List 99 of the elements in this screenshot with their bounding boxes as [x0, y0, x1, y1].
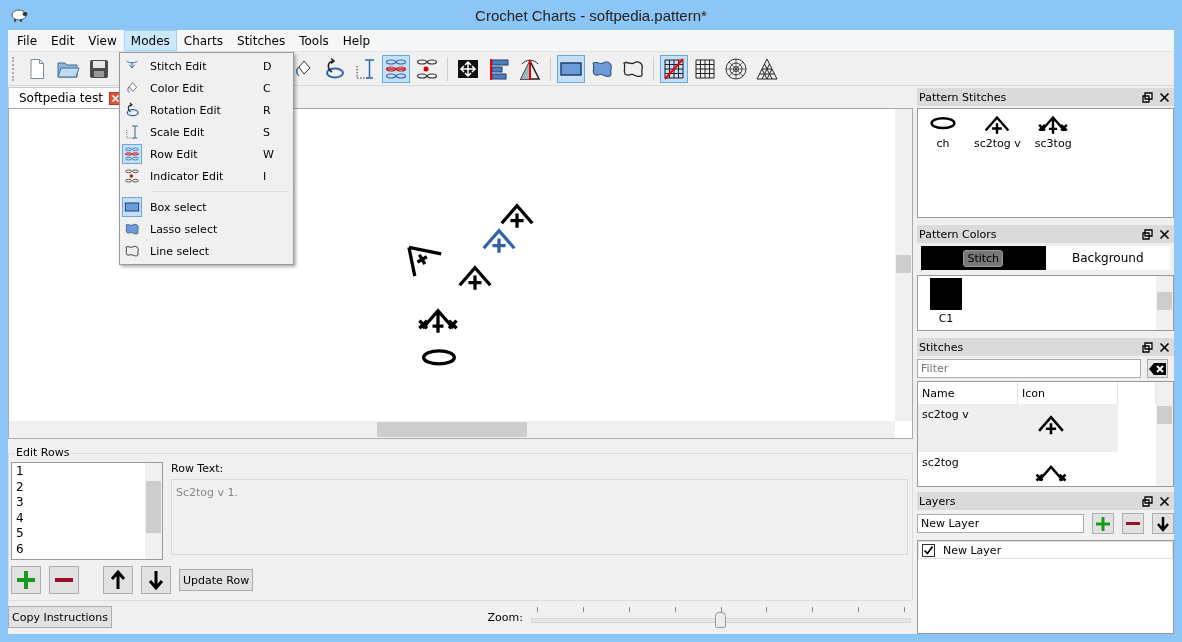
menu-item[interactable]: View: [81, 30, 124, 51]
horizontal-scrollbar[interactable]: [9, 421, 895, 438]
sheep-icon: [10, 8, 28, 22]
menu-entry[interactable]: Line select: [120, 240, 293, 262]
menu-entry[interactable]: Lasso select: [120, 218, 293, 240]
backspace-icon: [1148, 361, 1167, 376]
layer-name-field[interactable]: New Layer: [917, 514, 1085, 533]
grid-icon: [693, 56, 717, 81]
grid-slash-icon: [662, 56, 686, 81]
menu-entry[interactable]: Box select: [120, 196, 293, 218]
stitch-color-button[interactable]: Stitch: [963, 249, 1004, 267]
close-icon[interactable]: [1159, 341, 1170, 353]
layer-name[interactable]: New Layer: [943, 543, 1002, 557]
color-swatch[interactable]: [930, 278, 962, 310]
menu-entry[interactable]: Stitch Edit D: [120, 55, 293, 77]
scale-icon: [353, 56, 377, 81]
vertical-scrollbar[interactable]: [895, 109, 912, 421]
move-down-button[interactable]: [141, 566, 171, 594]
menu-item[interactable]: Charts: [176, 30, 230, 51]
move-layer-down-button[interactable]: [1152, 513, 1174, 534]
background-label[interactable]: Background: [1071, 251, 1144, 265]
group-title: Edit Rows: [14, 446, 72, 459]
menu-item[interactable]: Modes: [123, 30, 177, 51]
float-icon[interactable]: [1142, 228, 1153, 240]
polar-grid-icon: [724, 56, 748, 81]
freeform-line-icon: [124, 243, 140, 259]
rows-icon: [384, 56, 408, 81]
float-icon[interactable]: [1142, 91, 1153, 103]
float-icon[interactable]: [1142, 341, 1153, 353]
rotate-icon: [124, 102, 140, 118]
align-icon: [487, 56, 511, 81]
swatch-label: C1: [938, 312, 954, 325]
stitch-label[interactable]: sc3tog: [1034, 137, 1072, 150]
menu-entry[interactable]: Indicator Edit I: [120, 165, 293, 187]
panel-title: Stitches: [919, 340, 965, 354]
list-scrollbar[interactable]: [145, 463, 162, 559]
plus-icon: [1095, 515, 1112, 532]
row-list-item[interactable]: 5: [16, 526, 145, 542]
row-text-label: Row Text:: [171, 462, 225, 475]
zoom-slider[interactable]: [531, 605, 911, 629]
menu-item[interactable]: File: [10, 30, 45, 51]
close-icon[interactable]: [1159, 495, 1170, 507]
copy-instructions-button[interactable]: Copy Instructions: [8, 606, 112, 628]
filter-field[interactable]: Filter: [917, 359, 1141, 378]
grid-slash-button[interactable]: [660, 54, 688, 83]
lasso-icon: [124, 221, 140, 237]
layer-checkbox[interactable]: [922, 543, 935, 557]
window-title: Crochet Charts - softpedia.pattern*: [475, 6, 707, 24]
stitch-label[interactable]: sc2tog v: [974, 137, 1021, 150]
row-list-item[interactable]: 4: [16, 510, 145, 526]
indicator-icon: [124, 168, 140, 184]
menu-item[interactable]: Help: [335, 30, 378, 51]
stitch-label[interactable]: ch: [936, 137, 950, 150]
indicator-icon: [415, 56, 439, 81]
rows-button[interactable]: [382, 54, 410, 83]
minus-icon: [55, 578, 73, 582]
tab-label: Softpedia test: [19, 91, 103, 105]
menu-entry[interactable]: Row Edit W: [120, 143, 293, 165]
panel-title: Layers: [919, 494, 957, 508]
paint-bucket-icon: [124, 80, 140, 96]
scale-icon: [124, 124, 140, 140]
list-scrollbar[interactable]: [1156, 382, 1173, 486]
rectangle-select-icon: [124, 199, 140, 215]
add-row-button[interactable]: [11, 566, 41, 594]
menu-item[interactable]: Tools: [292, 30, 336, 51]
menu-item[interactable]: Stitches: [230, 30, 293, 51]
menu-item[interactable]: Edit: [44, 30, 82, 51]
update-row-button[interactable]: Update Row: [179, 569, 254, 591]
rows-icon: [124, 146, 140, 162]
move-up-button[interactable]: [103, 566, 133, 594]
remove-row-button[interactable]: [49, 566, 79, 594]
panel-title: Pattern Colors: [919, 227, 998, 241]
clear-filter-button[interactable]: [1147, 359, 1168, 378]
table-cell-text: sc2tog: [921, 455, 960, 471]
row-list[interactable]: 1 2 3 4 5 6: [11, 462, 163, 560]
stitch-color-swatch[interactable]: Stitch: [921, 246, 1046, 270]
row-list-item[interactable]: 3: [16, 495, 145, 511]
rectangle-select-button[interactable]: [557, 54, 585, 83]
row-list-item[interactable]: 2: [16, 479, 145, 495]
triangle-grid-icon: [755, 56, 779, 81]
zoom-label: Zoom:: [487, 610, 523, 624]
background-color-swatch[interactable]: Background: [1045, 246, 1170, 270]
menu-entry[interactable]: Scale Edit S: [120, 121, 293, 143]
add-layer-button[interactable]: [1092, 513, 1115, 534]
remove-layer-button[interactable]: [1122, 513, 1145, 534]
panel-title: Pattern Stitches: [919, 90, 1008, 104]
close-icon[interactable]: [1159, 91, 1170, 103]
table-row[interactable]: sc2tog: [918, 452, 1118, 486]
plus-icon: [15, 569, 37, 591]
row-list-item[interactable]: 6: [16, 541, 145, 557]
float-icon[interactable]: [1142, 495, 1153, 507]
slider-thumb[interactable]: [715, 612, 726, 628]
down-arrow-icon: [1155, 515, 1172, 532]
table-row[interactable]: sc2tog v: [918, 404, 1118, 452]
list-scrollbar[interactable]: [1156, 276, 1173, 330]
table-cell-text: sc2tog v: [921, 407, 970, 423]
row-list-item[interactable]: 1: [16, 464, 145, 480]
minus-icon: [1126, 522, 1141, 525]
close-icon[interactable]: [1159, 228, 1170, 240]
